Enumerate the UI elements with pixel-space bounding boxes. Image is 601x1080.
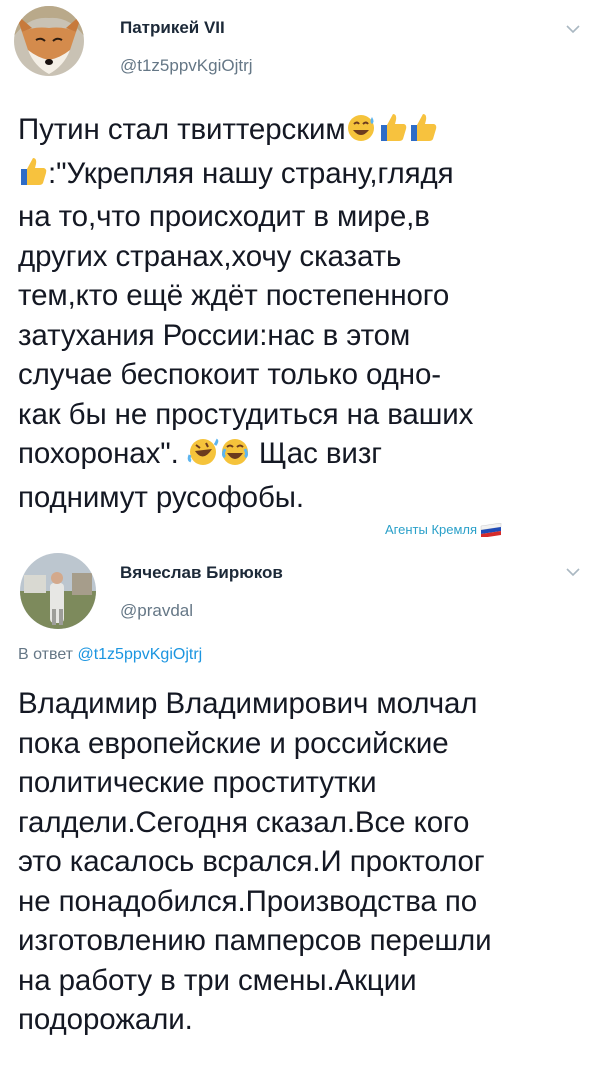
tweet-line: затухания России:нас в этом	[18, 318, 411, 352]
tweet-line: других странах,хочу сказать	[18, 239, 402, 273]
tweet-line: на работу в три смены.Акции	[18, 963, 417, 997]
tweet-line: это касалось всрался.И проктолог	[18, 845, 485, 878]
sweat-smile-emoji-icon	[346, 113, 378, 154]
tweet-line: пока европейские и российские	[18, 726, 449, 760]
chevron-down-icon[interactable]	[565, 565, 581, 581]
author-name[interactable]: Вячеслав Бирюков	[120, 563, 283, 583]
tweet-line: случае беспокоит только одно-	[18, 358, 441, 391]
tweet-line: подорожали.	[18, 1003, 193, 1036]
tweet-line: галдели.Сегодня сказал.Все кого	[18, 805, 470, 839]
tweet-line: как бы не простудиться на ваших	[18, 397, 474, 431]
tweet-line: политические проститутки	[18, 766, 377, 799]
fox-avatar-icon[interactable]	[14, 6, 84, 76]
tweet-line: :"Укрепляя нашу страну,глядя	[18, 154, 583, 198]
reply-to-line: В ответ @t1z5ppvKgiOjtrj	[18, 646, 203, 663]
tweet-line: на то,что происходит в мире,в	[18, 200, 430, 233]
tweet-line: поднимут русофобы.	[18, 480, 304, 514]
tweet-body: Путин стал твиттерским :"Укрепляя нашу с…	[18, 110, 583, 517]
watermark: Агенты Кремля	[385, 522, 502, 540]
author-name[interactable]: Патрикей VII	[120, 18, 225, 38]
joy-emoji-icon	[219, 437, 251, 478]
tweet-line: Владимир Владимирович молчал	[18, 687, 478, 720]
thumbs-up-emoji-icon	[378, 111, 408, 154]
tweet-body: Владимир Владимирович молчал пока европе…	[18, 684, 583, 1040]
tweet-line: похоронах". Щас визг	[18, 434, 583, 478]
tweet-line: изготовлению памперсов перешли	[18, 924, 492, 957]
author-handle[interactable]: @t1z5ppvKgiOjtrj	[120, 56, 253, 76]
user-photo-avatar-icon[interactable]	[20, 553, 96, 629]
author-handle[interactable]: @pravdal	[120, 601, 193, 621]
tweet-line: не понадобился.Производства по	[18, 884, 478, 918]
tweet-line: тем,кто ещё ждёт постепенного	[18, 279, 450, 312]
tweet-header: Вячеслав Бирюков @pravdal	[0, 545, 601, 635]
chevron-down-icon[interactable]	[565, 22, 581, 38]
russia-flag-icon	[480, 522, 502, 540]
rofl-emoji-icon	[187, 437, 219, 478]
thumbs-up-emoji-icon	[408, 111, 438, 154]
reply-handle-link[interactable]: @t1z5ppvKgiOjtrj	[77, 646, 202, 663]
tweet-header: Патрикей VII @t1z5ppvKgiOjtrj	[0, 0, 601, 80]
thumbs-up-emoji-icon	[18, 155, 48, 198]
tweet-original: Патрикей VII @t1z5ppvKgiOjtrj Путин стал…	[0, 0, 601, 545]
tweet-line: Путин стал твиттерским	[18, 110, 583, 154]
